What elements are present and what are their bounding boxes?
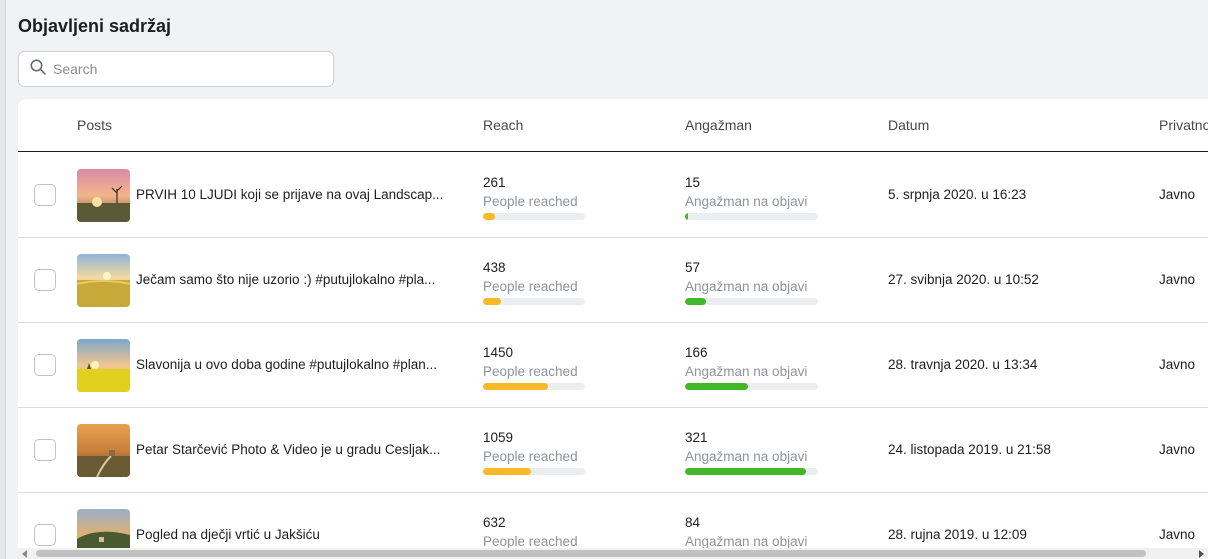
row-checkbox[interactable] [34, 184, 56, 206]
post-text[interactable]: Ječam samo što nije uzorio :) #putujloka… [136, 272, 476, 287]
reach-bar [483, 213, 585, 220]
engagement-label: Angažman na objavi [685, 449, 808, 464]
search-box[interactable] [18, 51, 334, 87]
engagement-label: Angažman na objavi [685, 194, 808, 209]
reach-label: People reached [483, 364, 578, 379]
date-cell: 24. listopada 2019. u 21:58 [888, 442, 1051, 457]
reach-value: 632 [483, 515, 506, 530]
horizontal-scrollbar[interactable] [18, 548, 1208, 559]
row-checkbox[interactable] [34, 439, 56, 461]
engagement-value: 57 [685, 260, 701, 275]
reach-value: 1059 [483, 430, 514, 445]
privacy-cell: Javno [1159, 442, 1196, 457]
barley-field-thumbnail[interactable] [77, 254, 130, 307]
column-header-privacy[interactable]: Privatno [1159, 117, 1208, 133]
engagement-bar [685, 383, 818, 390]
engagement-value: 84 [685, 515, 701, 530]
engagement-bar [685, 213, 818, 220]
engagement-value: 321 [685, 430, 708, 445]
engagement-value: 166 [685, 345, 708, 360]
reach-value: 438 [483, 260, 506, 275]
left-panel-edge [0, 0, 6, 559]
table-row[interactable]: PRVIH 10 LJUDI koji se prijave na ovaj L… [18, 153, 1208, 238]
privacy-cell: Javno [1159, 272, 1196, 287]
reach-label: People reached [483, 194, 578, 209]
table-header: Posts Reach Angažman Datum Privatno [18, 99, 1208, 152]
scroll-right-arrow-icon[interactable] [1199, 550, 1204, 558]
row-checkbox[interactable] [34, 269, 56, 291]
table-row[interactable]: Slavonija u ovo doba godine #putujlokaln… [18, 323, 1208, 408]
reach-label: People reached [483, 279, 578, 294]
reach-bar [483, 468, 585, 475]
engagement-value: 15 [685, 175, 701, 190]
reach-label: People reached [483, 449, 578, 464]
sunset-field-thumbnail[interactable] [77, 169, 130, 222]
reach-label: People reached [483, 534, 578, 549]
engagement-bar [685, 468, 818, 475]
page-title: Objavljeni sadržaj [18, 16, 172, 36]
rapeseed-field-thumbnail[interactable] [77, 339, 130, 392]
scrollbar-thumb[interactable] [36, 550, 1146, 557]
column-header-reach[interactable]: Reach [483, 117, 523, 133]
posts-table: Posts Reach Angažman Datum Privatno PRVI… [18, 99, 1208, 559]
post-text[interactable]: PRVIH 10 LJUDI koji se prijave na ovaj L… [136, 187, 476, 202]
post-text[interactable]: Slavonija u ovo doba godine #putujlokaln… [136, 357, 476, 372]
privacy-cell: Javno [1159, 527, 1196, 542]
post-text[interactable]: Pogled na dječji vrtić u Jakšiću [136, 527, 476, 542]
date-cell: 27. svibnja 2020. u 10:52 [888, 272, 1039, 287]
engagement-label: Angažman na objavi [685, 279, 808, 294]
column-header-posts[interactable]: Posts [77, 117, 112, 133]
engagement-label: Angažman na objavi [685, 364, 808, 379]
table-row[interactable]: Petar Starčević Photo & Video je u gradu… [18, 408, 1208, 493]
column-header-date[interactable]: Datum [888, 117, 929, 133]
date-cell: 28. rujna 2019. u 12:09 [888, 527, 1027, 542]
table-row[interactable]: Ječam samo što nije uzorio :) #putujloka… [18, 238, 1208, 323]
post-text[interactable]: Petar Starčević Photo & Video je u gradu… [136, 442, 476, 457]
village-road-thumbnail[interactable] [77, 424, 130, 477]
reach-bar [483, 383, 585, 390]
column-header-engagement[interactable]: Angažman [685, 117, 752, 133]
date-cell: 28. travnja 2020. u 13:34 [888, 357, 1038, 372]
engagement-bar [685, 298, 818, 305]
row-checkbox[interactable] [34, 524, 56, 546]
engagement-label: Angažman na objavi [685, 534, 808, 549]
date-cell: 5. srpnja 2020. u 16:23 [888, 187, 1027, 202]
reach-bar [483, 298, 585, 305]
search-input[interactable] [53, 61, 323, 77]
scroll-left-arrow-icon[interactable] [22, 550, 27, 558]
privacy-cell: Javno [1159, 187, 1196, 202]
row-checkbox[interactable] [34, 354, 56, 376]
search-icon [29, 58, 47, 81]
privacy-cell: Javno [1159, 357, 1196, 372]
reach-value: 261 [483, 175, 506, 190]
reach-value: 1450 [483, 345, 514, 360]
